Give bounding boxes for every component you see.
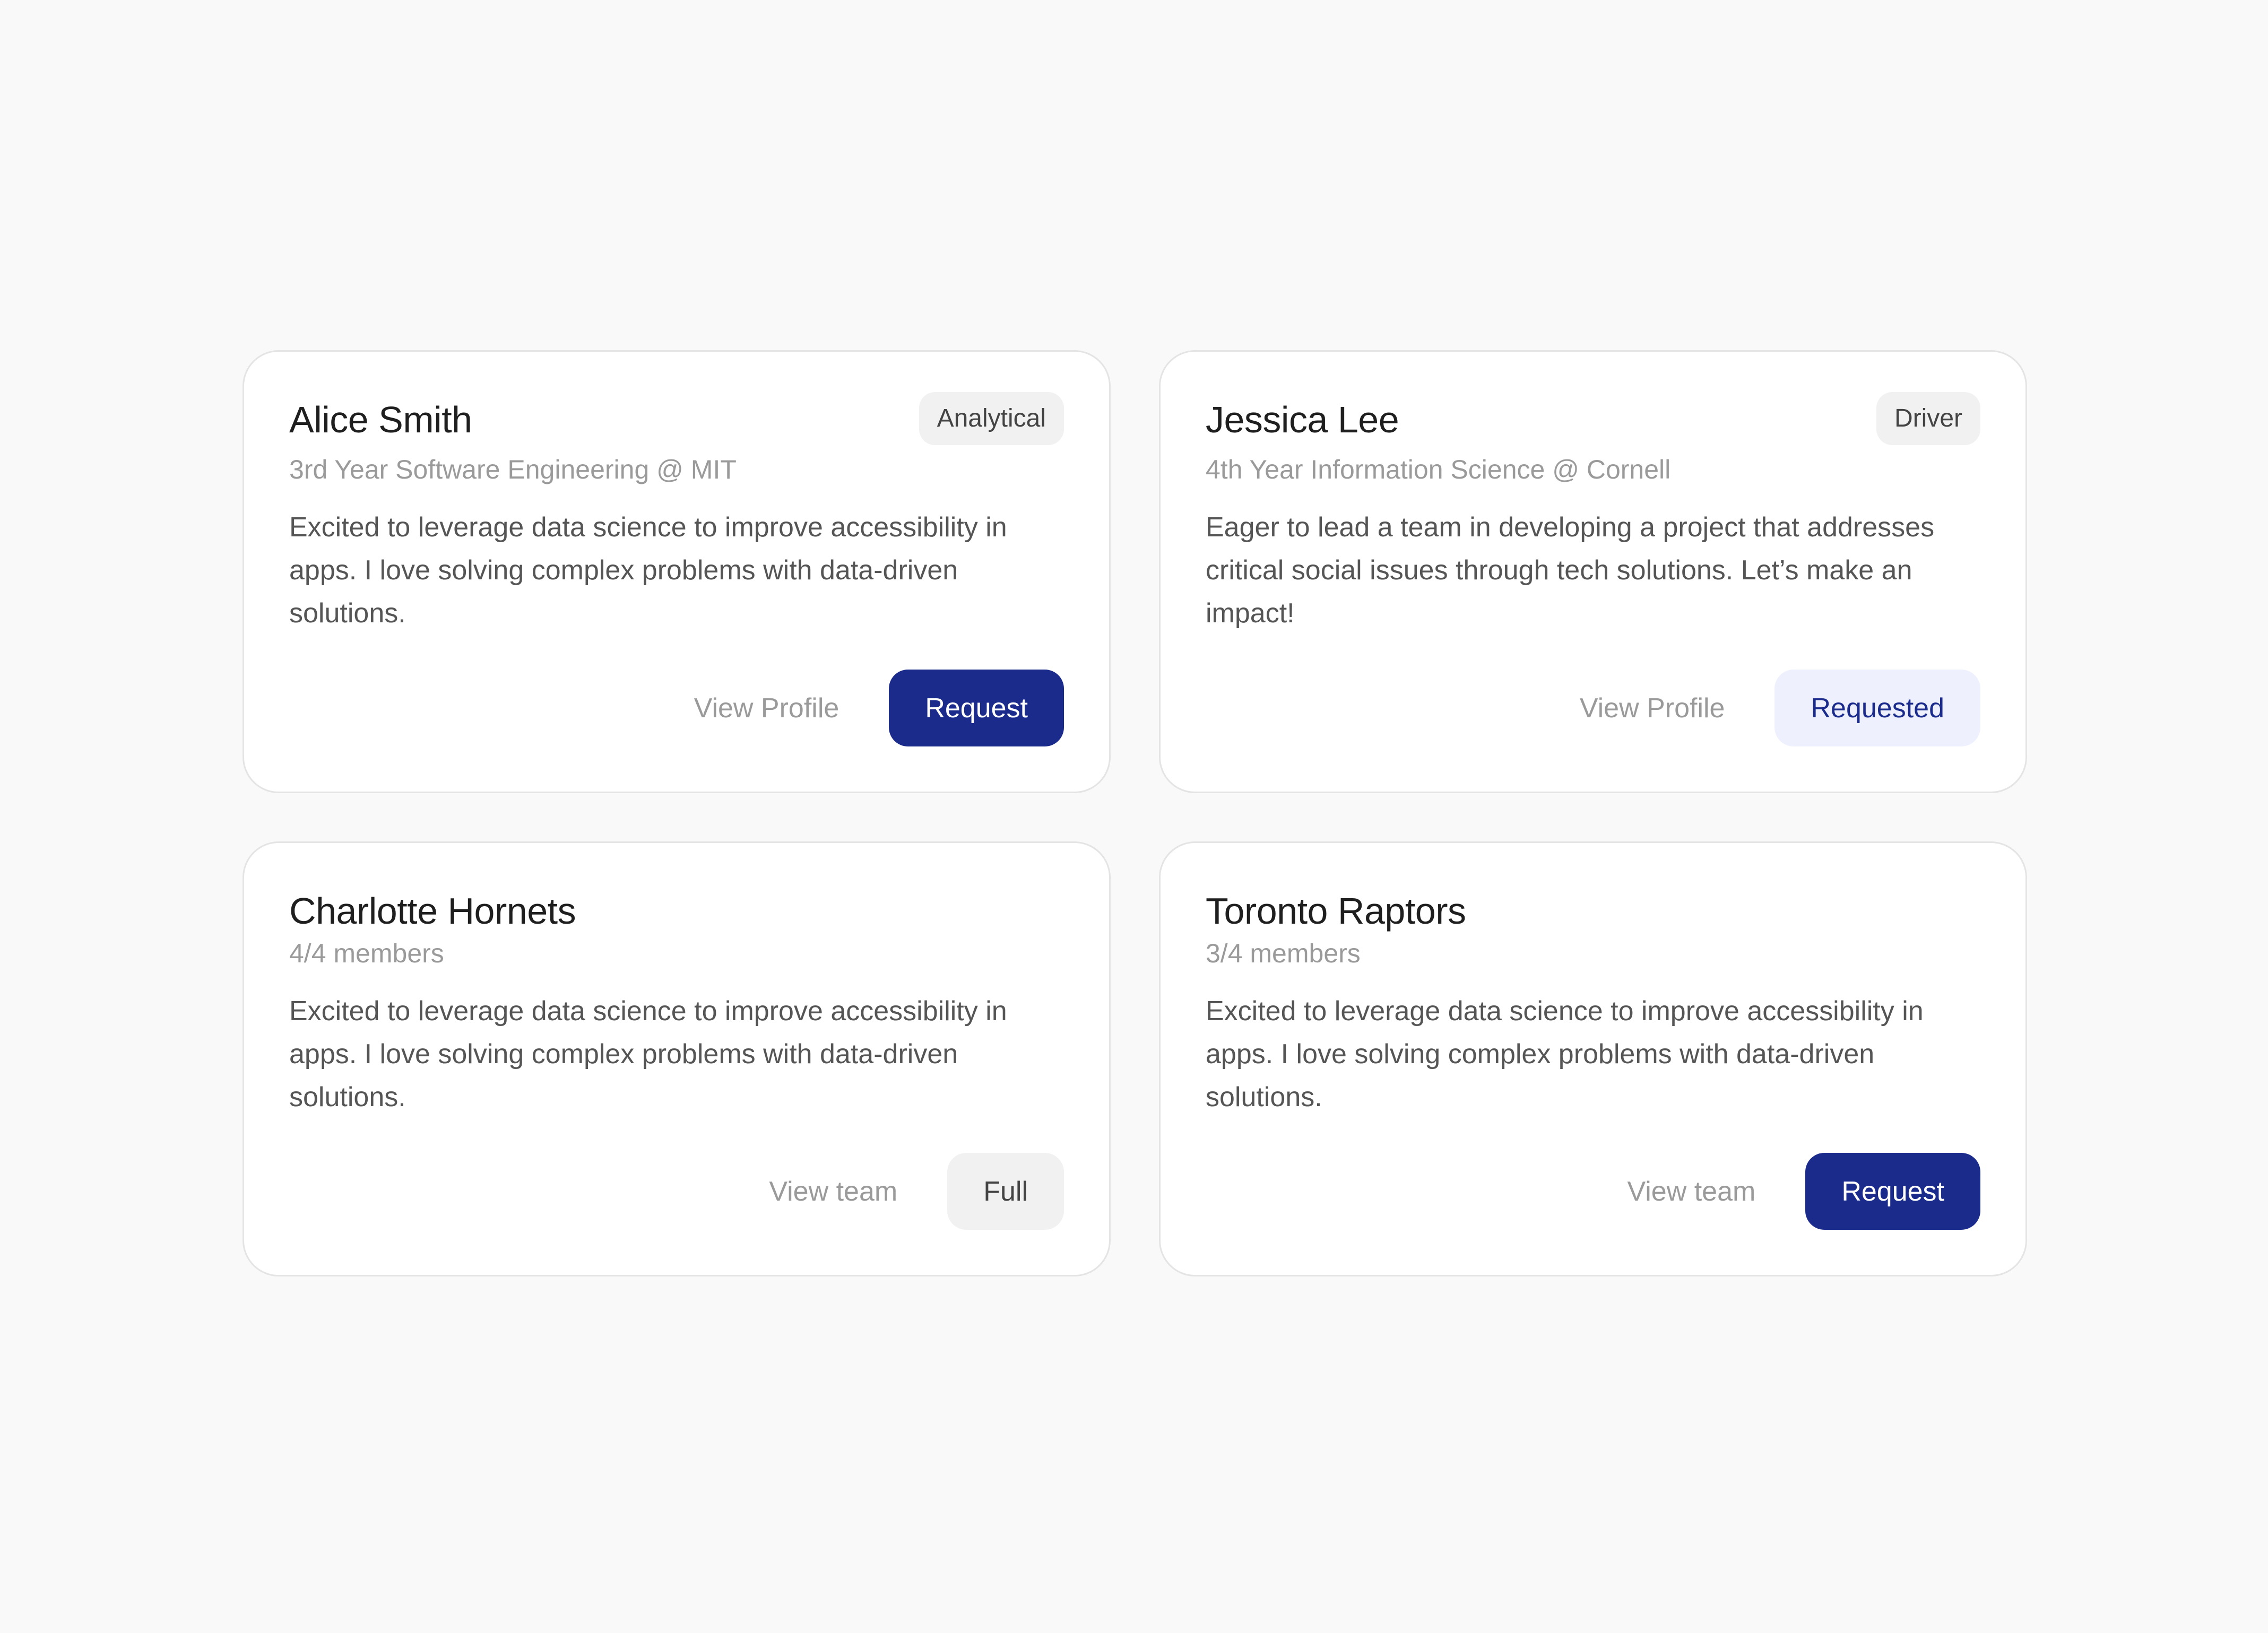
requested-button[interactable]: Requested <box>1774 670 1980 746</box>
profile-description: Excited to leverage data science to impr… <box>289 512 1007 629</box>
profile-name: Alice Smith <box>289 399 472 440</box>
view-profile-link[interactable]: View Profile <box>694 692 839 724</box>
view-profile-link[interactable]: View Profile <box>1580 692 1725 724</box>
team-description: Excited to leverage data science to impr… <box>1206 996 1924 1113</box>
view-team-link[interactable]: View team <box>769 1176 897 1208</box>
card-actions: View team Request <box>1627 1153 1980 1230</box>
profile-subtitle: 4th Year Information Science @ Cornell <box>1206 455 1671 484</box>
team-member-count: 3/4 members <box>1206 939 1361 968</box>
card-header: Jessica Lee Driver <box>1206 392 1980 445</box>
personality-tag: Analytical <box>919 392 1064 445</box>
personality-tag: Driver <box>1876 392 1980 445</box>
team-member-count: 4/4 members <box>289 939 444 968</box>
card-grid: Alice Smith Analytical 3rd Year Software… <box>243 350 2027 1276</box>
team-name: Toronto Raptors <box>1206 890 1466 932</box>
profile-name: Jessica Lee <box>1206 399 1399 440</box>
profile-card-jessica-lee: Jessica Lee Driver 4th Year Information … <box>1159 350 2027 793</box>
request-button[interactable]: Request <box>889 670 1064 746</box>
profile-card-alice-smith: Alice Smith Analytical 3rd Year Software… <box>243 350 1111 793</box>
request-button[interactable]: Request <box>1805 1153 1980 1230</box>
team-card-charlotte-hornets: Charlotte Hornets 4/4 members Excited to… <box>243 841 1111 1276</box>
profile-subtitle: 3rd Year Software Engineering @ MIT <box>289 455 737 484</box>
team-description: Excited to leverage data science to impr… <box>289 996 1007 1113</box>
card-actions: View Profile Requested <box>1580 670 1980 746</box>
team-name: Charlotte Hornets <box>289 890 576 932</box>
team-card-toronto-raptors: Toronto Raptors 3/4 members Excited to l… <box>1159 841 2027 1276</box>
card-header: Alice Smith Analytical <box>289 392 1064 445</box>
card-actions: View Profile Request <box>694 670 1064 746</box>
view-team-link[interactable]: View team <box>1627 1176 1755 1208</box>
card-actions: View team Full <box>769 1153 1064 1230</box>
full-button[interactable]: Full <box>947 1153 1064 1230</box>
profile-description: Eager to lead a team in developing a pro… <box>1206 512 1935 629</box>
